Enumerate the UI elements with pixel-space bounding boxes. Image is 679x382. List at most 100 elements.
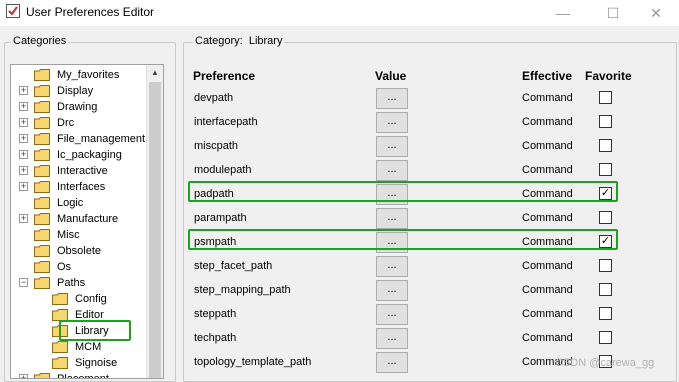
category-header: Category: Library xyxy=(193,35,285,47)
column-header-favorite: Favorite xyxy=(585,69,632,83)
tree-item-config[interactable]: Config xyxy=(11,291,147,307)
value-button[interactable]: ... xyxy=(376,88,408,109)
tree-item-logic[interactable]: Logic xyxy=(11,195,147,211)
favorite-checkbox[interactable] xyxy=(599,115,612,128)
effective-value: Command xyxy=(522,164,573,176)
expand-icon[interactable]: + xyxy=(19,86,28,95)
expand-icon[interactable]: + xyxy=(19,134,28,143)
category-name: Library xyxy=(248,35,283,47)
minimize-button[interactable]: — xyxy=(540,0,586,26)
value-button[interactable]: ... xyxy=(376,160,408,181)
tree-item-label: Interfaces xyxy=(57,181,106,193)
tree-item-misc[interactable]: Misc xyxy=(11,227,147,243)
favorite-checkbox[interactable] xyxy=(599,331,612,344)
pref-row-parampath: parampath... Command xyxy=(190,208,620,230)
favorite-checkbox[interactable] xyxy=(599,163,612,176)
tree-item-signoise[interactable]: Signoise xyxy=(11,355,147,371)
close-button[interactable]: ✕ xyxy=(633,0,679,26)
favorite-checkbox[interactable] xyxy=(599,283,612,296)
effective-value: Command xyxy=(522,308,573,320)
value-button[interactable]: ... xyxy=(376,328,408,349)
tree-item-display[interactable]: + Display xyxy=(11,83,147,99)
tree-item-label: Interactive xyxy=(57,165,108,177)
tree-item-os[interactable]: Os xyxy=(11,259,147,275)
value-button[interactable]: ... xyxy=(376,208,408,229)
tree-item-my_favorites[interactable]: My_favorites xyxy=(11,67,147,83)
row-highlight xyxy=(188,229,618,250)
tree-item-label: Drc xyxy=(57,117,75,129)
tree-item-ic_packaging[interactable]: + Ic_packaging xyxy=(11,147,147,163)
folder-icon xyxy=(34,229,50,241)
tree-item-manufacture[interactable]: + Manufacture xyxy=(11,211,147,227)
value-button[interactable]: ... xyxy=(376,352,408,373)
pref-row-padpath: padpath... Command ✓ xyxy=(188,181,620,206)
tree-item-drc[interactable]: + Drc xyxy=(11,115,147,131)
pref-row-steppath: steppath... Command xyxy=(190,304,620,326)
folder-icon xyxy=(52,341,68,353)
pref-row-devpath: devpath... Command xyxy=(190,88,620,110)
favorite-checkbox[interactable] xyxy=(599,139,612,152)
tree-item-label: MCM xyxy=(75,341,102,353)
pref-row-psmpath: psmpath... Command ✓ xyxy=(188,229,620,254)
folder-icon xyxy=(34,213,50,225)
expand-icon[interactable]: + xyxy=(19,150,28,159)
folder-icon xyxy=(52,293,68,305)
tree-item-file_management[interactable]: + File_management xyxy=(11,131,147,147)
pref-name: miscpath xyxy=(194,140,239,152)
favorite-checkbox[interactable] xyxy=(599,211,612,224)
expand-icon[interactable]: + xyxy=(19,102,28,111)
tree-item-obsolete[interactable]: Obsolete xyxy=(11,243,147,259)
tree-item-drawing[interactable]: + Drawing xyxy=(11,99,147,115)
pref-name: devpath xyxy=(194,92,234,104)
tree-item-library[interactable]: Library xyxy=(11,320,147,341)
tree-item-label: Placement xyxy=(57,373,109,379)
tree-item-mcm[interactable]: MCM xyxy=(11,339,147,355)
expand-icon[interactable]: + xyxy=(19,214,28,223)
pref-name: step_facet_path xyxy=(194,260,273,272)
app-icon xyxy=(6,4,20,18)
tree-item-label: Ic_packaging xyxy=(57,149,122,161)
folder-icon xyxy=(34,373,50,378)
pref-name: modulepath xyxy=(194,164,252,176)
value-button[interactable]: ... xyxy=(376,112,408,133)
maximize-button[interactable]: ☐ xyxy=(590,0,636,26)
expand-icon[interactable]: + xyxy=(19,182,28,191)
effective-value: Command xyxy=(522,284,573,296)
column-header-effective: Effective xyxy=(522,69,573,83)
tree-item-interactive[interactable]: + Interactive xyxy=(11,163,147,179)
tree-item-placement[interactable]: + Placement xyxy=(11,371,147,379)
favorite-checkbox[interactable] xyxy=(599,307,612,320)
tree-item-label: Paths xyxy=(57,277,86,289)
tree-item-label: Display xyxy=(57,85,94,97)
tree-item-label: Manufacture xyxy=(57,213,119,225)
collapse-icon[interactable]: − xyxy=(19,278,28,287)
tree-item-paths[interactable]: − Paths xyxy=(11,275,147,291)
pref-name: techpath xyxy=(194,332,237,344)
category-prefix: Category: xyxy=(195,35,243,47)
effective-value: Command xyxy=(522,212,573,224)
favorite-checkbox[interactable] xyxy=(599,259,612,272)
effective-value: Command xyxy=(522,140,573,152)
value-button[interactable]: ... xyxy=(376,256,408,277)
tree-item-label: File_management xyxy=(57,133,146,145)
tree-item-label: Os xyxy=(57,261,72,273)
expand-icon[interactable]: + xyxy=(19,166,28,175)
favorite-checkbox[interactable] xyxy=(599,91,612,104)
categories-group-label: Categories xyxy=(11,35,69,47)
row-highlight xyxy=(188,181,618,202)
tree-item-interfaces[interactable]: + Interfaces xyxy=(11,179,147,195)
folder-icon xyxy=(34,101,50,113)
scroll-up-icon[interactable]: ▲ xyxy=(147,65,163,81)
category-tree[interactable]: My_favorites + Display + Drawing + Drc + File_ma… xyxy=(10,64,164,379)
effective-value: Command xyxy=(522,116,573,128)
value-button[interactable]: ... xyxy=(376,136,408,157)
folder-icon xyxy=(52,357,68,369)
expand-icon[interactable]: + xyxy=(19,374,28,378)
expand-icon[interactable]: + xyxy=(19,118,28,127)
scroll-thumb[interactable] xyxy=(149,82,161,378)
value-button[interactable]: ... xyxy=(376,280,408,301)
pref-name: step_mapping_path xyxy=(194,284,291,296)
effective-value: Command xyxy=(522,260,573,272)
value-button[interactable]: ... xyxy=(376,304,408,325)
tree-scrollbar[interactable]: ▲ xyxy=(146,65,163,378)
